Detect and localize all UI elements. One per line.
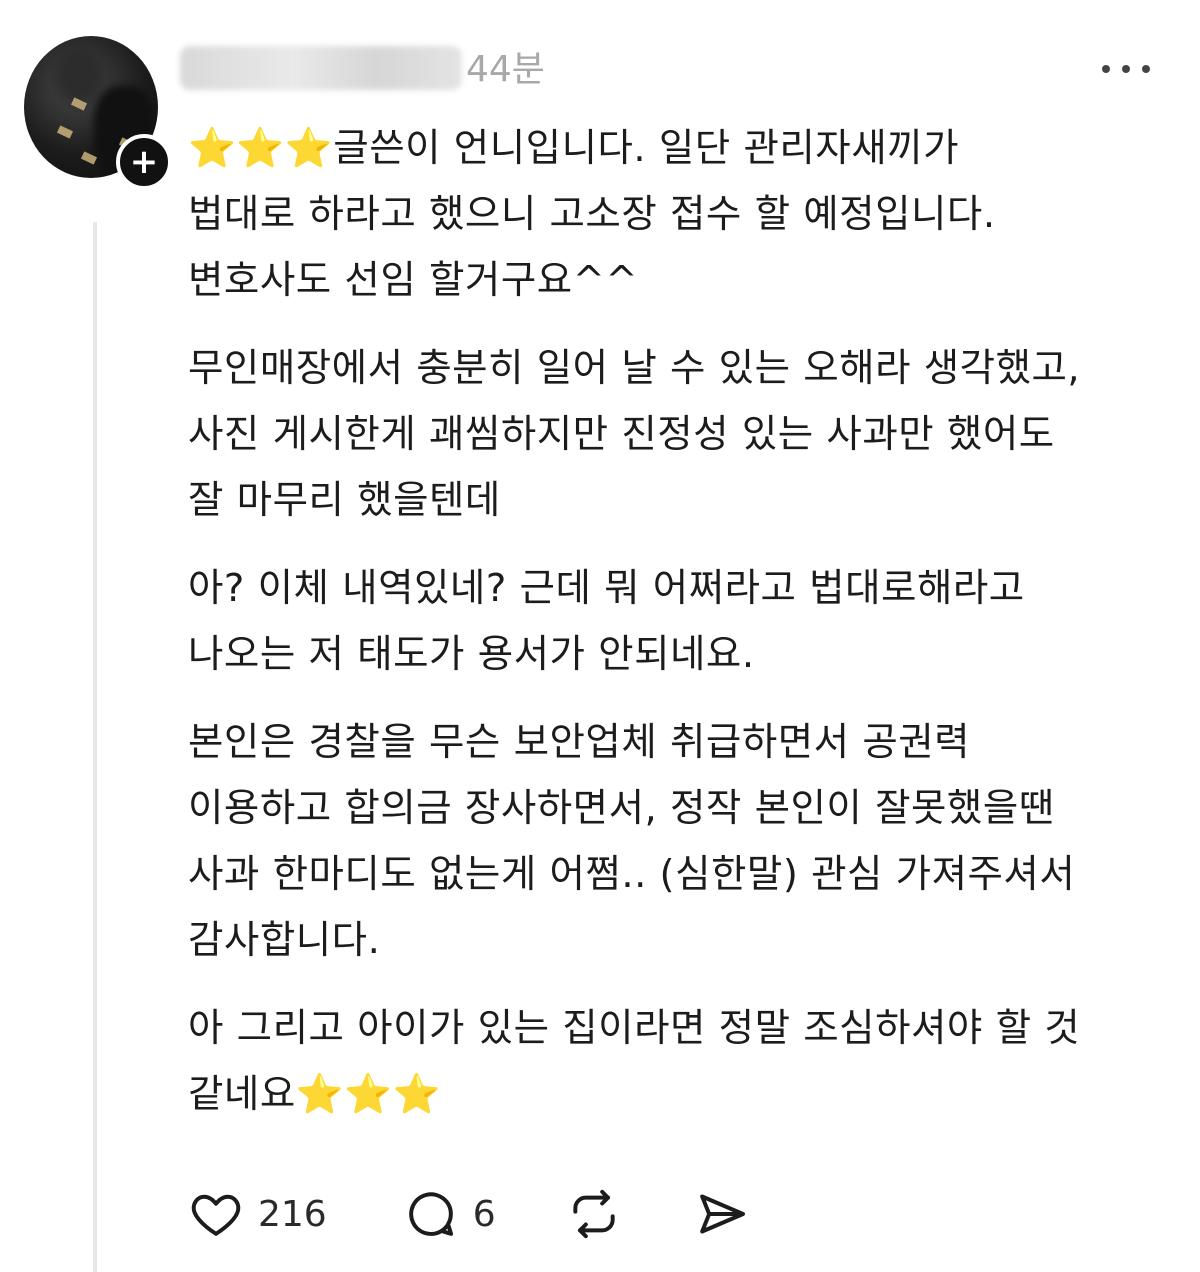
thread-line [93,222,97,1272]
follow-button[interactable]: + [116,134,172,190]
post-body: ⭐⭐⭐글쓴이 언니입니다. 일단 관리자새끼가 법대로 하라고 했으니 고소장 … [188,116,1188,1150]
share-button[interactable] [694,1186,750,1242]
repost-icon [566,1186,622,1242]
repost-button[interactable] [566,1186,622,1242]
post-paragraph: 아? 이체 내역있네? 근데 뭐 어쩌라고 법대로해라고 나오는 저 태도가 용… [188,566,1025,677]
heart-icon [188,1186,244,1242]
more-options-button[interactable] [1102,54,1150,84]
reply-button[interactable]: 6 [403,1186,496,1242]
post-paragraph: 아 그리고 아이가 있는 집이라면 정말 조심하셔야 할 것 같네요⭐⭐⭐ [188,1006,1081,1117]
like-button[interactable]: 216 [188,1186,327,1242]
username[interactable]: kr_manjane [180,46,462,90]
share-icon [694,1186,750,1242]
action-bar: 216 6 [188,1186,750,1242]
post-paragraph: ⭐⭐⭐글쓴이 언니입니다. 일단 관리자새끼가 법대로 하라고 했으니 고소장 … [188,126,996,303]
post-time: 44분 [466,49,545,90]
more-dot [1102,65,1110,73]
comment-icon [403,1186,459,1242]
like-count: 216 [258,1193,327,1235]
reply-count: 6 [472,1193,496,1235]
more-dot [1142,65,1150,73]
post-paragraph: 본인은 경찰을 무슨 보안업체 취급하면서 공권력 이용하고 합의금 장사하면서… [188,720,1076,963]
more-dot [1122,65,1130,73]
post-paragraph: 무인매장에서 충분히 일어 날 수 있는 오해라 생각했고, 사진 게시한게 괘… [188,346,1081,523]
